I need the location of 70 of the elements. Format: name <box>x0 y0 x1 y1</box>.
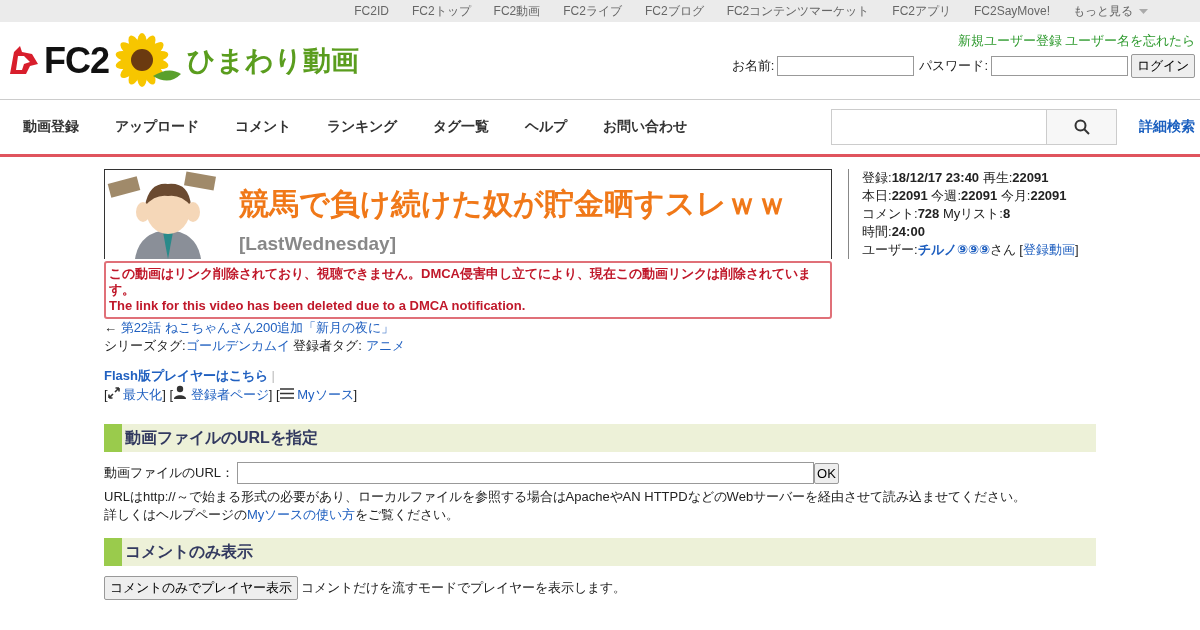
help-link[interactable]: Myソースの使い方 <box>247 507 356 522</box>
arrow-text: ← <box>104 320 117 335</box>
bracket: [ <box>276 387 280 402</box>
sunflower-icon <box>113 31 183 90</box>
comment-mode-text: コメントだけを流すモードでプレイヤーを表示します。 <box>301 579 626 597</box>
user-label: ユーザー: <box>862 242 918 257</box>
dmca-notice: この動画はリンク削除されており、視聴できません。DMCA侵害申し立てにより、現在この動画リンクは削除されています。 The link for this video has been deleted due to a DMCA notification. <box>104 261 832 319</box>
account-link[interactable]: 新規ユーザー登録 <box>958 32 1062 50</box>
bracket: ] <box>268 387 273 402</box>
url-field[interactable] <box>237 462 814 484</box>
help-text: をご覧ください。 <box>355 507 460 522</box>
bracket: [ <box>169 387 174 402</box>
more-link[interactable]: もっと見る <box>1073 2 1148 20</box>
previous-video-link[interactable]: 第22話 ねこちゃんさん200追加「新月の夜に」 <box>120 320 395 335</box>
nav-item[interactable]: アップロード <box>115 118 199 136</box>
login-button[interactable]: ログイン <box>1131 54 1195 78</box>
password-field[interactable] <box>991 56 1128 76</box>
search-button[interactable] <box>1046 110 1116 144</box>
tool-link[interactable]: 登録者ページ <box>190 387 269 402</box>
expand-icon <box>107 387 120 399</box>
bracket: ] <box>353 387 358 402</box>
url-note: URLはhttp://～で始まる形式の必要があり、ローカルファイルを参照する場合はApacheやAN HTTPDなどのWebサーバーを経由させて読み込ませてください。 <box>104 488 1028 506</box>
section-heading: コメントのみ表示 <box>104 538 1096 566</box>
list-icon <box>279 388 294 399</box>
help-text: 詳しくはヘルプページの <box>104 507 247 522</box>
site-logo: ひまわり動画 <box>187 43 359 78</box>
top-link[interactable]: FC2ライブ <box>563 2 622 20</box>
comment-player-button[interactable]: コメントのみでプレイヤー表示 <box>104 576 298 600</box>
nav-item[interactable]: ランキング <box>327 118 397 136</box>
stat-line: 本日:22091 今週:22091 今月:22091 <box>862 188 1067 203</box>
top-link[interactable]: FC2SayMove! <box>973 4 1050 18</box>
account-link[interactable]: ユーザー名を忘れたら <box>1065 32 1195 50</box>
tool-link[interactable]: Myソース <box>297 387 354 402</box>
nav-item[interactable]: ヘルプ <box>525 118 567 136</box>
search-icon <box>1073 119 1090 135</box>
top-link[interactable]: FC2動画 <box>493 2 541 20</box>
nav-item[interactable]: コメント <box>235 118 291 136</box>
url-label: 動画ファイルのURL： <box>104 464 234 482</box>
brand-logo: FC2 <box>44 39 109 82</box>
top-link[interactable]: FC2トップ <box>411 2 471 20</box>
bracket: ] <box>162 387 166 402</box>
user-suffix: さん [ <box>989 242 1023 257</box>
advanced-search-link[interactable]: 詳細検索 <box>1139 118 1195 136</box>
separator: | <box>271 368 275 383</box>
series-tag-label: シリーズタグ: <box>104 338 186 353</box>
password-label: パスワード: <box>919 57 988 75</box>
nav-item[interactable]: お問い合わせ <box>603 118 687 136</box>
nav-item[interactable]: 動画登録 <box>23 118 79 136</box>
stat-line: 登録:18/12/17 23:40 再生:22091 <box>862 170 1049 185</box>
caret-icon <box>1139 8 1148 14</box>
stat-line: コメント:728 Myリスト:8 <box>862 206 1011 221</box>
nav-item[interactable]: タグ一覧 <box>433 118 489 136</box>
section-heading: 動画ファイルのURLを指定 <box>104 424 1096 452</box>
tag-link[interactable]: アニメ <box>365 338 405 353</box>
top-link[interactable]: FC2アプリ <box>892 2 951 20</box>
tag-link[interactable]: ゴールデンカムイ <box>185 338 290 353</box>
bracket: [ <box>104 387 108 402</box>
top-link[interactable]: FC2ブログ <box>644 2 704 20</box>
stat-line: 時間:24:00 <box>862 224 925 239</box>
person-icon <box>173 385 188 399</box>
ok-button[interactable]: OK <box>814 462 839 484</box>
name-label: お名前: <box>731 57 775 75</box>
top-link[interactable]: FC2ID <box>354 4 389 18</box>
uploader-tag-label: 登録者タグ: <box>293 338 362 353</box>
name-field[interactable] <box>777 56 915 76</box>
banner-title: 競馬で負け続けた奴が貯金晒すスレｗｗ <box>239 186 787 222</box>
top-link[interactable]: FC2コンテンツマーケット <box>726 2 870 20</box>
bracket: ] <box>1074 242 1079 257</box>
banner-source: [LastWednesday] <box>239 233 397 255</box>
flash-player-link[interactable]: Flash版プレイヤーはこちら <box>104 368 268 383</box>
